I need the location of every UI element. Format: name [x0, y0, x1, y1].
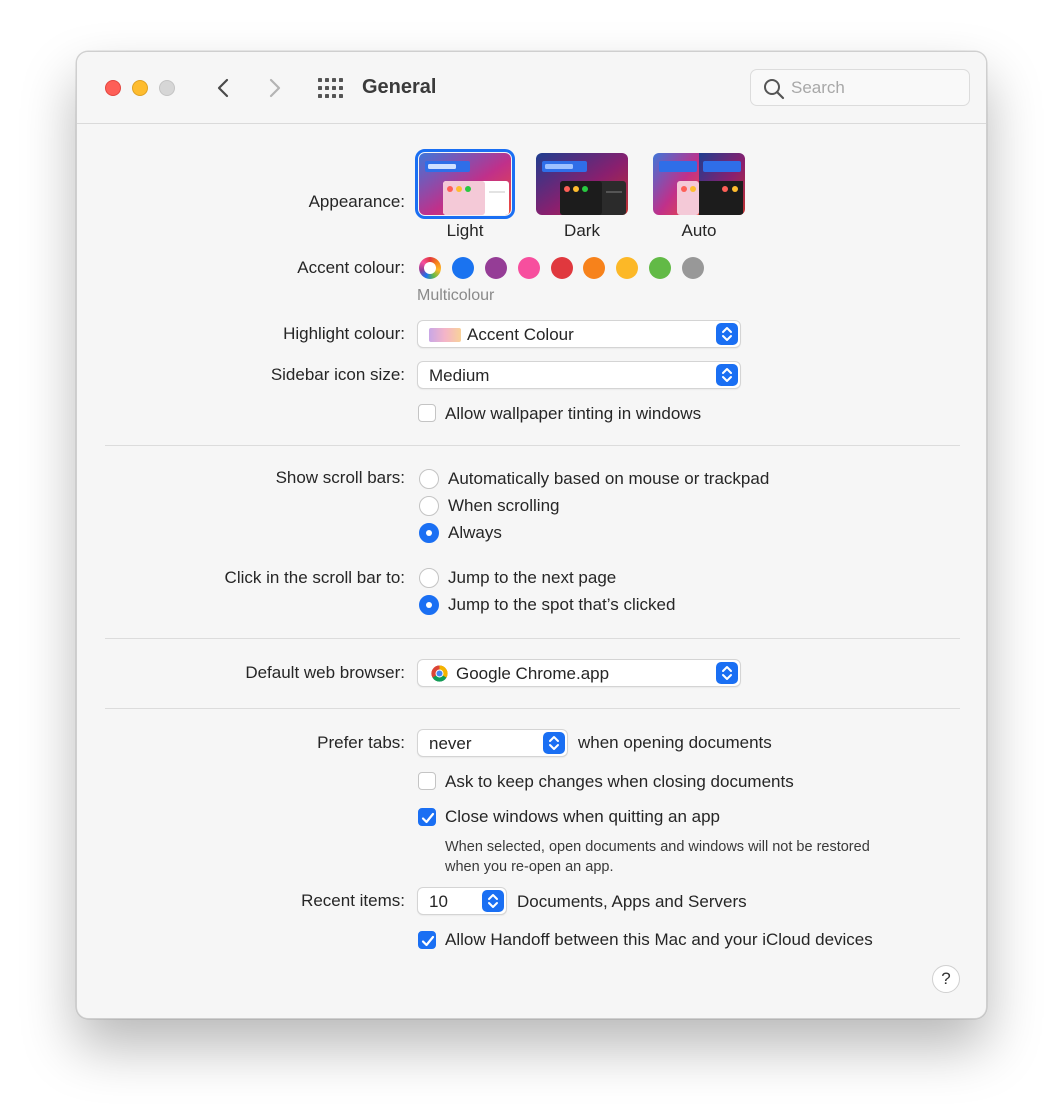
chevron-left-icon [217, 78, 229, 98]
close-windows-checkbox[interactable] [418, 808, 436, 826]
appearance-auto-label: Auto [681, 221, 717, 240]
scroll-bars-label: Show scroll bars: [275, 468, 405, 487]
accent-swatch-red[interactable] [551, 257, 573, 279]
handoff-label: Allow Handoff between this Mac and your … [445, 930, 873, 949]
appearance-light-label: Light [446, 221, 484, 240]
divider [105, 445, 960, 446]
accent-swatch-orange[interactable] [583, 257, 605, 279]
recent-items-popup[interactable]: 10 [417, 887, 507, 915]
sidebar-icon-size-popup[interactable]: Medium [417, 361, 741, 389]
ask-keep-changes-label: Ask to keep changes when closing documen… [445, 772, 794, 791]
window-title: General [362, 76, 437, 98]
recent-items-suffix: Documents, Apps and Servers [517, 892, 747, 911]
appearance-light-thumbnail[interactable] [415, 149, 515, 219]
highlight-colour-label: Highlight colour: [283, 324, 405, 343]
wallpaper-tinting-label: Allow wallpaper tinting in windows [445, 404, 702, 423]
ask-keep-changes-checkbox[interactable] [418, 772, 436, 790]
popup-stepper-icon [716, 662, 738, 684]
click-scroll-label: Click in the scroll bar to: [224, 568, 405, 587]
wallpaper-tinting-checkbox[interactable] [418, 404, 436, 422]
divider [105, 708, 960, 709]
close-windows-note: When selected, open documents and window… [445, 837, 945, 877]
close-windows-note-line1: When selected, open documents and window… [445, 839, 870, 855]
highlight-colour-value: Accent Colour [467, 325, 574, 344]
accent-swatch-purple[interactable] [485, 257, 507, 279]
close-window-button[interactable] [105, 80, 121, 96]
popup-stepper-icon [716, 364, 738, 386]
prefer-tabs-popup[interactable]: never [417, 729, 568, 757]
highlight-colour-popup[interactable]: Accent Colour [417, 320, 741, 348]
chevron-right-icon [269, 78, 281, 98]
help-button[interactable]: ? [932, 965, 960, 993]
close-windows-label: Close windows when quitting an app [445, 807, 721, 826]
chrome-icon [431, 665, 448, 682]
zoom-window-button[interactable] [159, 80, 175, 96]
sidebar-icon-size-value: Medium [429, 366, 490, 385]
appearance-label: Appearance: [308, 192, 405, 211]
grid-icon [318, 78, 343, 98]
popup-stepper-icon [716, 323, 738, 345]
accent-swatch-blue[interactable] [452, 257, 474, 279]
accent-swatch-yellow[interactable] [616, 257, 638, 279]
default-browser-value: Google Chrome.app [456, 664, 610, 683]
click-scroll-spot-label: Jump to the spot that’s clicked [448, 595, 676, 614]
click-scroll-next-page-label: Jump to the next page [448, 568, 617, 587]
accent-swatch-pink[interactable] [518, 257, 540, 279]
titlebar: General [77, 52, 986, 124]
prefer-tabs-value: never [429, 734, 472, 753]
click-scroll-spot-radio[interactable] [419, 595, 439, 615]
sidebar-icon-size-label: Sidebar icon size: [270, 365, 405, 384]
scroll-bars-when-scrolling-radio[interactable] [419, 496, 439, 516]
appearance-dark-label: Dark [564, 221, 600, 240]
handoff-checkbox[interactable] [418, 931, 436, 949]
default-browser-label: Default web browser: [245, 663, 405, 682]
prefer-tabs-suffix: when opening documents [578, 733, 772, 752]
accent-swatch-multicolour[interactable] [419, 257, 441, 279]
scroll-bars-auto-radio[interactable] [419, 469, 439, 489]
close-windows-note-line2: when you re-open an app. [445, 859, 614, 875]
scroll-bars-always-label: Always [448, 523, 502, 542]
accent-swatch-green[interactable] [649, 257, 671, 279]
prefer-tabs-label: Prefer tabs: [317, 733, 405, 752]
recent-items-value: 10 [429, 892, 448, 911]
default-browser-popup[interactable]: Google Chrome.app [417, 659, 741, 687]
appearance-auto-thumbnail[interactable] [653, 153, 745, 215]
scroll-bars-auto-label: Automatically based on mouse or trackpad [448, 469, 770, 488]
accent-selected-caption: Multicolour [417, 287, 495, 304]
forward-button[interactable] [261, 74, 287, 102]
popup-stepper-icon [543, 732, 565, 754]
highlight-swatch-icon [429, 328, 461, 342]
search-icon [764, 79, 785, 100]
checkmark-icon [421, 935, 435, 947]
search-field[interactable] [750, 69, 970, 106]
preferences-window: General Appearance: [76, 51, 987, 1019]
popup-stepper-icon [482, 890, 504, 912]
accent-colour-label: Accent colour: [297, 258, 405, 277]
checkmark-icon [421, 812, 435, 824]
scroll-bars-always-radio[interactable] [419, 523, 439, 543]
recent-items-label: Recent items: [301, 891, 405, 910]
minimize-window-button[interactable] [132, 80, 148, 96]
appearance-dark-thumbnail[interactable] [536, 153, 628, 215]
search-input[interactable] [791, 76, 961, 100]
show-all-grid-button[interactable] [317, 77, 343, 99]
accent-swatch-graphite[interactable] [682, 257, 704, 279]
click-scroll-next-page-radio[interactable] [419, 568, 439, 588]
back-button[interactable] [211, 74, 237, 102]
divider [105, 638, 960, 639]
scroll-bars-when-scrolling-label: When scrolling [448, 496, 560, 515]
